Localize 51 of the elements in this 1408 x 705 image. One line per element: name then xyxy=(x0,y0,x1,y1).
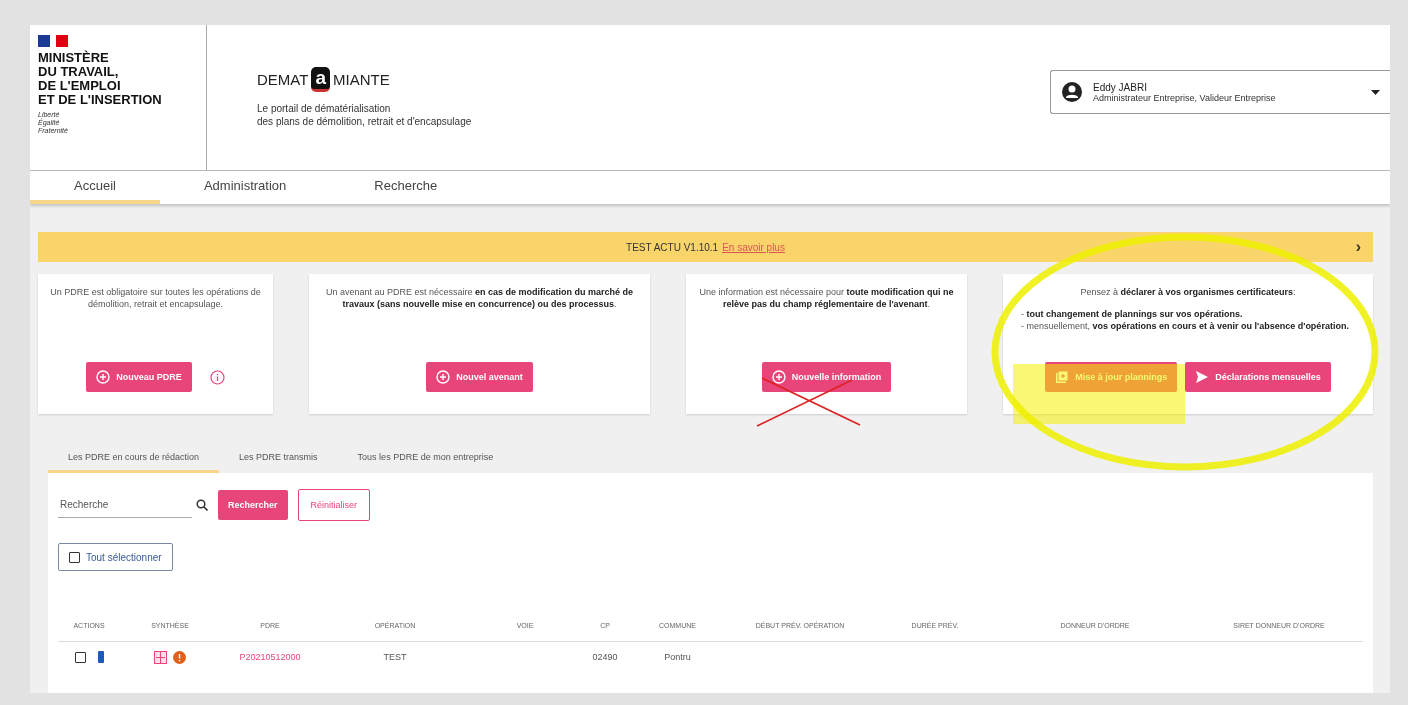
action-button[interactable]: Nouvelle information xyxy=(761,362,892,392)
ministry-name-line: DE L'EMPLOI xyxy=(38,79,122,93)
search-icon[interactable] xyxy=(196,499,208,511)
card-text: Un PDRE est obligatoire sur toutes les opérations de démolition, retrait et encapsulage. xyxy=(49,286,262,310)
nav-tab[interactable]: Administration xyxy=(159,171,331,204)
list-tab[interactable]: Tous les PDRE de mon entreprise xyxy=(337,444,514,473)
tagline-line: des plans de démolition, retrait et d'encapsulage xyxy=(257,115,473,128)
logo-mark: a xyxy=(311,67,330,92)
user-roles: Administrateur Entreprise, Valideur Entreprise xyxy=(1093,92,1276,103)
reset-button[interactable]: Réinitialiser xyxy=(297,489,371,521)
search-button[interactable]: Rechercher xyxy=(218,490,288,520)
ministry-name-line: MINISTÈRE xyxy=(38,51,110,65)
nav-tab[interactable]: Recherche xyxy=(330,171,482,204)
select-all-button[interactable]: Tout sélectionner xyxy=(58,543,173,571)
plus-circle-icon xyxy=(96,370,111,384)
user-name: Eddy JABRI xyxy=(1093,81,1148,93)
action-button[interactable]: Nouvel avenant xyxy=(426,362,533,392)
caret-icon xyxy=(1371,89,1380,95)
card-text: Pensez à déclarer à vos organismes certificateurs: xyxy=(1080,286,1296,298)
action-button[interactable]: Déclarations mensuelles xyxy=(1185,362,1331,392)
card-bullet: - mensuellement, vos opérations en cours et à venir ou l'absence d'opération. xyxy=(1020,320,1350,332)
card-bullet: - tout changement de plannings sur vos opérations. xyxy=(1020,308,1244,320)
tagline-line: Le portail de dématérialisation xyxy=(257,102,392,115)
action-button[interactable]: Nouveau PDRE xyxy=(86,362,192,392)
user-menu[interactable]: Eddy JABRI Administrateur Entreprise, Valideur Entreprise xyxy=(1050,70,1390,114)
flag-icon xyxy=(38,35,68,47)
card-text: Un avenant au PDRE est nécessaire en cas de modification du marché de travaux (sans nouvelle mise en concurrence) ou des processus. xyxy=(324,286,635,310)
table-cell-text: Pontru xyxy=(663,652,692,662)
card-text: Une information est nécessaire pour toute modification qui ne relève pas du champ réglementaire de l'avenant. xyxy=(698,286,955,310)
logo-text: MIANTE xyxy=(332,71,390,88)
table-cell-text: 02490 xyxy=(591,652,619,662)
ministry-name-line: ET DE L'INSERTION xyxy=(38,93,163,107)
logo-text: DEMAT xyxy=(257,71,309,88)
row-checkbox[interactable] xyxy=(74,651,86,663)
plus-circle-icon xyxy=(771,370,786,384)
banner-text: TEST ACTU V1.10.1 xyxy=(626,241,719,253)
checkbox[interactable] xyxy=(69,551,80,563)
alert-icon xyxy=(173,650,186,664)
calendar-icon xyxy=(1055,370,1070,384)
pdre-link[interactable]: P20210512000 xyxy=(220,652,320,662)
chevron-button[interactable]: › xyxy=(1355,238,1361,256)
plus-circle-icon xyxy=(436,370,451,384)
table-cell-text: TEST xyxy=(382,652,408,662)
document-icon[interactable] xyxy=(97,651,104,663)
info-icon[interactable] xyxy=(209,369,225,385)
grid-icon[interactable] xyxy=(154,650,167,664)
list-tab[interactable]: Les PDRE transmis xyxy=(219,444,338,473)
send-icon xyxy=(1195,370,1210,384)
ministry-name-line: DU TRAVAIL, xyxy=(38,65,120,79)
nav-tab[interactable]: Accueil xyxy=(30,171,160,204)
account-icon xyxy=(1061,81,1083,103)
